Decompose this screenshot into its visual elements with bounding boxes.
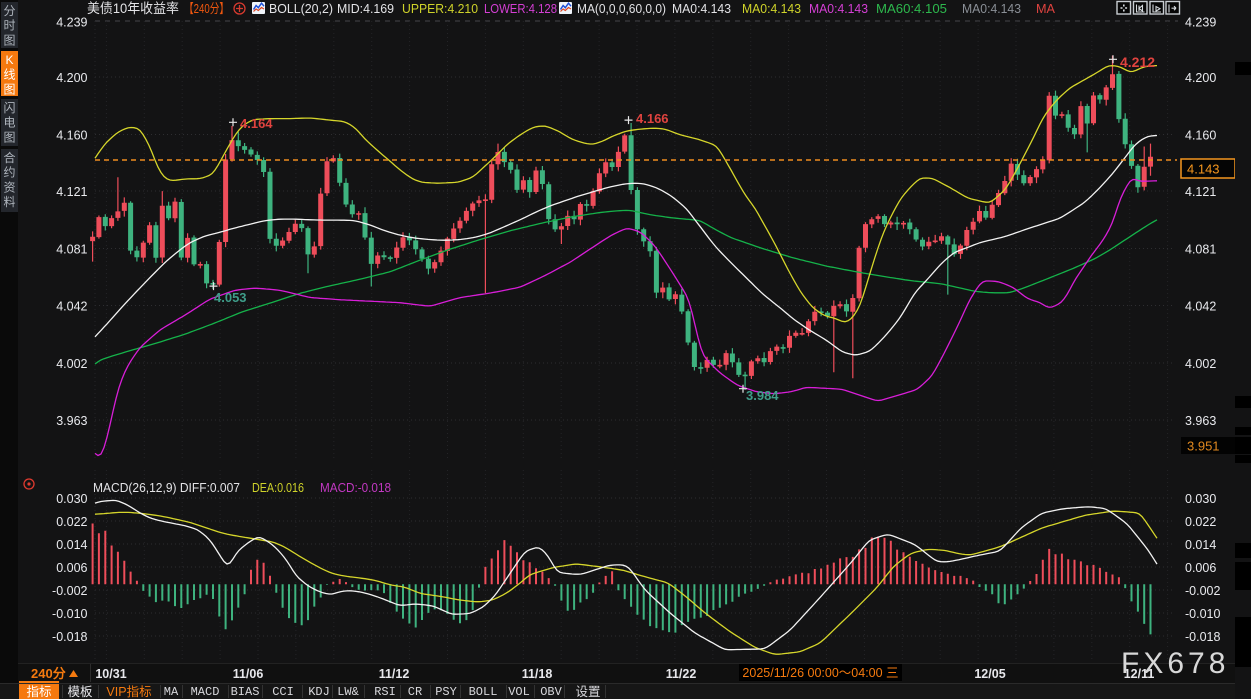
svg-text:MACD: MACD (191, 685, 220, 699)
svg-text:3.963: 3.963 (1185, 414, 1216, 428)
svg-text:LW&: LW& (337, 685, 359, 699)
svg-text:4.042: 4.042 (1185, 300, 1216, 314)
svg-text:4.042: 4.042 (56, 300, 87, 314)
svg-text:12/05: 12/05 (974, 667, 1005, 681)
svg-text:图: 图 (3, 33, 15, 47)
svg-text:OBV: OBV (540, 685, 562, 699)
svg-text:MA0:4.143: MA0:4.143 (962, 2, 1021, 16)
svg-text:4.081: 4.081 (1185, 243, 1216, 257)
svg-text:料: 料 (3, 195, 15, 209)
svg-text:3.951: 3.951 (1187, 439, 1220, 454)
svg-text:3.984: 3.984 (746, 388, 779, 403)
svg-text:图: 图 (3, 130, 15, 144)
svg-text:MA(0,0,0,60,0,0): MA(0,0,0,60,0,0) (577, 2, 666, 16)
svg-text:0.022: 0.022 (1185, 515, 1216, 529)
svg-text:设置: 设置 (575, 684, 600, 699)
svg-text:BIAS: BIAS (231, 685, 260, 699)
svg-text:0.022: 0.022 (56, 515, 87, 529)
svg-text:2025/11/26 00:00～04:00 三: 2025/11/26 00:00～04:00 三 (742, 666, 898, 680)
svg-text:4.200: 4.200 (1185, 71, 1216, 85)
svg-text:闪: 闪 (3, 101, 15, 115)
svg-text:MACD(26,12,9) DIFF:0.007: MACD(26,12,9) DIFF:0.007 (93, 481, 240, 495)
svg-text:MA60:4.105: MA60:4.105 (876, 2, 947, 16)
svg-text:-0.010: -0.010 (52, 607, 87, 621)
svg-text:0.030: 0.030 (56, 492, 87, 506)
svg-text:4.053: 4.053 (214, 290, 247, 305)
svg-text:RSI: RSI (374, 685, 396, 699)
svg-text:0.030: 0.030 (1185, 492, 1216, 506)
svg-text:MA0:4.143: MA0:4.143 (742, 2, 801, 16)
svg-text:PSY: PSY (435, 685, 457, 699)
svg-text:4.002: 4.002 (1185, 357, 1216, 371)
svg-text:-0.010: -0.010 (1185, 607, 1220, 621)
svg-text:4.121: 4.121 (1185, 185, 1216, 199)
svg-text:约: 约 (3, 165, 15, 180)
svg-text:MA0:4.143: MA0:4.143 (809, 2, 868, 16)
svg-text:MA: MA (164, 685, 179, 699)
svg-text:4.212: 4.212 (1120, 54, 1155, 70)
svg-text:UPPER:4.210: UPPER:4.210 (402, 2, 478, 16)
svg-text:4.166: 4.166 (636, 111, 669, 126)
svg-text:MA0:4.143: MA0:4.143 (672, 2, 731, 16)
svg-text:4.200: 4.200 (56, 71, 87, 85)
svg-text:11/12: 11/12 (379, 667, 410, 681)
svg-text:K: K (5, 53, 13, 67)
svg-text:MACD:-0.018: MACD:-0.018 (320, 481, 391, 495)
svg-text:11/18: 11/18 (522, 667, 553, 681)
svg-text:KDJ: KDJ (308, 685, 330, 699)
svg-text:240分: 240分 (31, 666, 66, 681)
svg-text:11/06: 11/06 (233, 667, 264, 681)
svg-text:BOLL: BOLL (469, 685, 498, 699)
svg-text:-0.002: -0.002 (52, 584, 87, 598)
svg-text:MID:4.169: MID:4.169 (337, 2, 394, 16)
svg-text:时: 时 (3, 19, 15, 33)
svg-text:指标: 指标 (26, 684, 51, 699)
svg-text:0.014: 0.014 (1185, 538, 1216, 552)
svg-text:模板: 模板 (67, 685, 93, 699)
svg-text:0.014: 0.014 (56, 538, 87, 552)
svg-text:VOL: VOL (508, 685, 530, 699)
svg-text:电: 电 (3, 116, 15, 130)
svg-text:11/22: 11/22 (666, 667, 697, 681)
svg-text:BOLL(20,2): BOLL(20,2) (269, 2, 333, 16)
svg-text:VIP指标: VIP指标 (106, 684, 151, 699)
svg-text:0.006: 0.006 (56, 561, 87, 575)
svg-text:DEA:0.016: DEA:0.016 (252, 481, 304, 495)
svg-text:合: 合 (3, 150, 15, 165)
svg-text:CR: CR (408, 685, 422, 699)
svg-text:4.239: 4.239 (1185, 16, 1216, 30)
svg-text:FX678: FX678 (1121, 647, 1229, 680)
svg-text:4.081: 4.081 (56, 243, 87, 257)
svg-text:-0.002: -0.002 (1185, 584, 1220, 598)
svg-text:线: 线 (3, 68, 15, 82)
svg-text:4.239: 4.239 (56, 16, 87, 30)
svg-text:分: 分 (3, 4, 15, 18)
svg-text:4.160: 4.160 (56, 129, 87, 143)
svg-text:4.121: 4.121 (56, 185, 87, 199)
svg-text:-0.018: -0.018 (52, 630, 87, 644)
svg-text:图: 图 (3, 82, 15, 96)
svg-text:-0.018: -0.018 (1185, 630, 1220, 644)
svg-text:4.002: 4.002 (56, 357, 87, 371)
svg-text:4.143: 4.143 (1187, 162, 1220, 177)
svg-text:【240分】: 【240分】 (184, 1, 229, 16)
svg-text:3.963: 3.963 (56, 414, 87, 428)
svg-text:LOWER:4.128: LOWER:4.128 (484, 2, 557, 16)
svg-text:MA: MA (1036, 2, 1056, 16)
svg-text:CCI: CCI (272, 685, 294, 699)
svg-text:美债10年收益率: 美债10年收益率 (87, 0, 179, 16)
svg-text:4.164: 4.164 (240, 116, 273, 131)
svg-text:资: 资 (3, 180, 15, 194)
svg-text:10/31: 10/31 (95, 667, 126, 681)
svg-text:4.160: 4.160 (1185, 129, 1216, 143)
svg-text:0.006: 0.006 (1185, 561, 1216, 575)
